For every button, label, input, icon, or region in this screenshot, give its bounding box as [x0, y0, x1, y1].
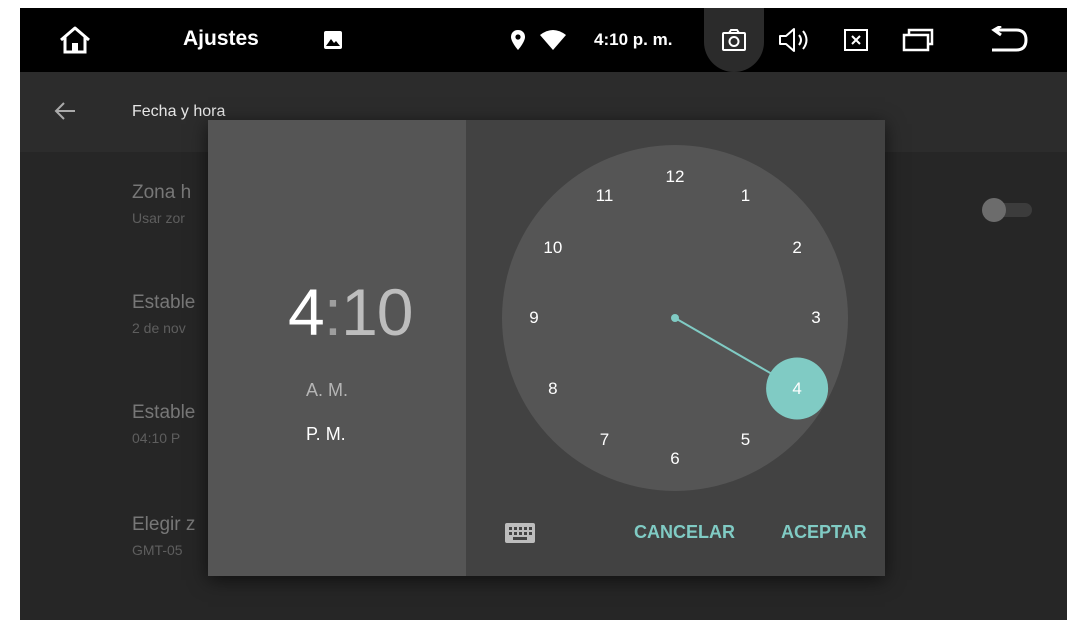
clock-number-2[interactable]: 2	[775, 226, 819, 270]
toggle-thumb	[982, 198, 1006, 222]
setting-subtitle: GMT-05	[132, 542, 183, 558]
setting-date[interactable]: Estable 2 de nov	[132, 292, 195, 336]
camera-icon[interactable]	[719, 25, 749, 55]
setting-title: Estable	[132, 402, 196, 423]
location-icon	[507, 28, 529, 52]
clock-number-3[interactable]: 3	[794, 296, 838, 340]
volume-icon[interactable]	[777, 25, 813, 55]
clock-number-1[interactable]: 1	[724, 174, 768, 218]
setting-automatic-timezone[interactable]: Zona h Usar zor	[132, 182, 191, 226]
back-icon[interactable]	[986, 24, 1032, 56]
recent-apps-icon[interactable]	[900, 26, 936, 54]
minute-display[interactable]: 10	[341, 275, 413, 349]
close-box-icon[interactable]	[841, 26, 871, 54]
clock-number-6[interactable]: 6	[653, 437, 697, 481]
setting-title: Elegir z	[132, 514, 196, 535]
clock-dial[interactable]: 12 1 2 3 4 5 6 7 8 9 10 11	[502, 145, 848, 491]
clock-center-dot	[671, 314, 679, 322]
app-title: Ajustes	[183, 27, 259, 50]
cancel-button[interactable]: CANCELAR	[634, 522, 735, 543]
clock-number-5[interactable]: 5	[724, 418, 768, 462]
status-bar: Ajustes 4:10 p. m.	[20, 8, 1067, 72]
wifi-icon	[538, 29, 568, 51]
clock-number-12[interactable]: 12	[653, 155, 697, 199]
status-clock: 4:10 p. m.	[594, 30, 673, 49]
clock-number-7[interactable]: 7	[583, 418, 627, 462]
android-screen: Ajustes 4:10 p. m. Fecha y hora Zona h U…	[20, 8, 1067, 620]
keyboard-icon[interactable]	[504, 522, 536, 544]
setting-subtitle: Usar zor	[132, 210, 185, 226]
setting-time[interactable]: Estable 04:10 P	[132, 402, 195, 446]
setting-subtitle: 2 de nov	[132, 320, 186, 336]
pm-option[interactable]: P. M.	[306, 424, 346, 445]
time-separator: :	[323, 275, 342, 349]
clock-number-8[interactable]: 8	[531, 367, 575, 411]
setting-title: Estable	[132, 292, 196, 313]
hour-display[interactable]: 4	[288, 275, 325, 349]
setting-subtitle: 04:10 P	[132, 430, 181, 446]
clock-number-11[interactable]: 11	[583, 174, 627, 218]
time-display: 4:10	[288, 274, 413, 350]
clock-number-9[interactable]: 9	[512, 296, 556, 340]
page-title: Fecha y hora	[132, 103, 226, 120]
clock-number-4[interactable]: 4	[775, 367, 819, 411]
clock-number-10[interactable]: 10	[531, 226, 575, 270]
home-icon[interactable]	[50, 20, 100, 60]
accept-button[interactable]: ACEPTAR	[781, 522, 867, 543]
timezone-toggle[interactable]	[982, 198, 1032, 222]
setting-title: Zona h	[132, 182, 192, 203]
am-option[interactable]: A. M.	[306, 380, 348, 401]
time-picker-header: 4:10 A. M. P. M.	[208, 120, 466, 576]
arrow-left-icon[interactable]	[52, 100, 78, 122]
setting-timezone[interactable]: Elegir z GMT-05	[132, 514, 195, 558]
image-icon	[320, 28, 346, 52]
time-picker-dialog: 4:10 A. M. P. M. 12 1 2 3 4 5 6 7 8 9 10 11 CANCELA…	[208, 120, 885, 576]
